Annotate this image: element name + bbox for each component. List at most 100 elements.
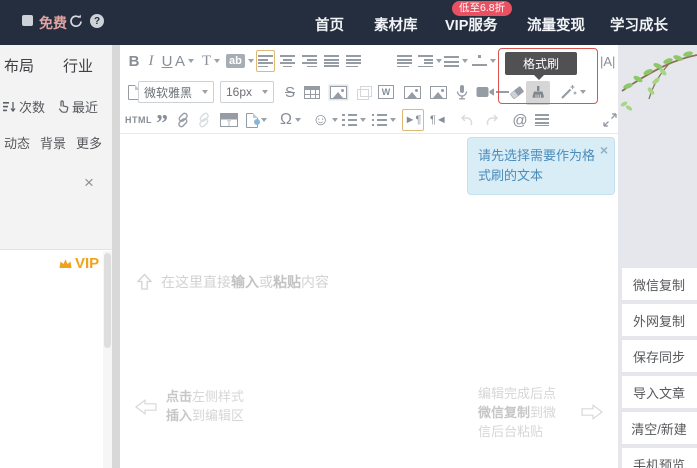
sort-by-recent[interactable]: 最近 xyxy=(57,97,98,116)
rtl-paragraph-button[interactable]: ¶◄ xyxy=(430,109,447,131)
insert-table-button[interactable] xyxy=(304,81,320,103)
color-swatch-icon[interactable] xyxy=(22,15,33,26)
chevron-down-icon xyxy=(248,59,254,63)
scrollbar-thumb[interactable] xyxy=(104,253,111,348)
free-label[interactable]: 免费 xyxy=(39,13,67,33)
tab-layout[interactable]: 布局 xyxy=(4,55,34,76)
hint-bold: 微信复制 xyxy=(478,405,530,420)
align-block-button[interactable] xyxy=(323,50,339,72)
find-replace-button[interactable]: @ xyxy=(512,109,528,131)
refresh-icon[interactable] xyxy=(69,14,83,33)
import-article-button[interactable]: 导入文章 xyxy=(622,376,697,408)
autoformat-glyph: |A| xyxy=(600,54,615,69)
outdent-button[interactable] xyxy=(396,50,412,72)
italic-button[interactable]: I xyxy=(143,50,159,72)
chevron-down-icon xyxy=(262,90,268,94)
letter-spacing-button[interactable] xyxy=(472,50,496,72)
tab-industry[interactable]: 行业 xyxy=(63,55,93,76)
chevron-down-icon xyxy=(390,118,396,122)
bold-button[interactable]: B xyxy=(126,50,142,72)
hint-text: 编辑完成后点 xyxy=(478,386,556,401)
blockquote-button[interactable]: ” xyxy=(154,109,170,131)
vip-badge[interactable]: VIP xyxy=(58,255,99,272)
emoji-button[interactable]: ☺ xyxy=(312,109,338,131)
magic-fill-button[interactable] xyxy=(560,81,586,103)
save-sync-button[interactable]: 保存同步 xyxy=(622,340,697,372)
indent-icon xyxy=(418,55,433,67)
nav-learning[interactable]: 学习成长 xyxy=(610,14,668,35)
hint-text: 左侧样式 xyxy=(192,389,244,404)
fullscreen-button[interactable] xyxy=(602,109,618,131)
ordered-list-button[interactable] xyxy=(342,109,366,131)
link-icon xyxy=(175,112,191,128)
close-icon[interactable]: × xyxy=(84,173,94,193)
help-icon[interactable]: ? xyxy=(90,14,104,28)
insert-image-button[interactable] xyxy=(404,81,421,103)
right-action-sidebar: 微信复制 外网复制 保存同步 导入文章 清空/新建 手机预览 xyxy=(618,45,697,468)
clear-format-button[interactable] xyxy=(508,81,526,103)
filter-dynamic[interactable]: 动态 xyxy=(4,133,30,152)
nav-traffic[interactable]: 流量变现 xyxy=(527,14,585,35)
image-caption-button[interactable]: T xyxy=(220,109,238,131)
nav-home[interactable]: 首页 xyxy=(315,14,344,35)
align-justify-button[interactable] xyxy=(345,50,361,72)
strikethrough-button[interactable]: S xyxy=(282,81,298,103)
external-copy-button[interactable]: 外网复制 xyxy=(622,304,697,336)
nav-material-library[interactable]: 素材库 xyxy=(374,14,418,35)
align-center-icon xyxy=(280,55,295,67)
undo-button[interactable] xyxy=(458,109,474,131)
template-button[interactable] xyxy=(246,109,267,131)
wechat-copy-button[interactable]: 微信复制 xyxy=(622,268,697,300)
chevron-down-icon xyxy=(202,90,208,94)
paste-layers-button[interactable] xyxy=(356,81,372,103)
font-size-select[interactable]: 16px xyxy=(220,81,274,103)
html-source-button[interactable]: HTML xyxy=(125,109,152,131)
line-height-button[interactable] xyxy=(444,50,468,72)
highlight-color-button[interactable]: ab xyxy=(226,50,254,72)
special-char-button[interactable]: Ω xyxy=(280,109,301,131)
filter-more[interactable]: 更多 xyxy=(76,133,102,152)
clear-new-button[interactable]: 清空/新建 xyxy=(622,412,697,444)
sort-by-count[interactable]: 次数 xyxy=(3,97,45,116)
ltr-paragraph-button[interactable]: ►¶ xyxy=(402,109,424,131)
insert-audio-button[interactable] xyxy=(454,81,470,103)
underline-button[interactable]: U xyxy=(159,50,175,72)
chevron-down-icon xyxy=(261,118,267,122)
hint-text: 信后台粘贴 xyxy=(478,424,543,439)
align-center-button[interactable] xyxy=(279,50,295,72)
unlink-icon xyxy=(196,112,212,128)
indent-button[interactable] xyxy=(418,50,442,72)
framed-image-button[interactable] xyxy=(330,81,347,103)
sidebar-scrollbar[interactable] xyxy=(103,251,112,468)
font-color-button[interactable]: A xyxy=(175,50,194,72)
chevron-down-icon xyxy=(360,118,366,122)
import-word-button[interactable]: W xyxy=(378,81,394,103)
image-gallery-button[interactable] xyxy=(430,81,447,103)
insert-link-button[interactable] xyxy=(175,109,191,131)
redo-button[interactable] xyxy=(484,109,500,131)
expand-icon xyxy=(603,113,617,127)
align-left-button[interactable] xyxy=(256,50,275,72)
font-family-select[interactable]: 微软雅黑 xyxy=(138,81,214,103)
align-right-button[interactable] xyxy=(301,50,317,72)
filter-background[interactable]: 背景 xyxy=(40,133,66,152)
brush-icon xyxy=(530,85,546,101)
nav-vip-service[interactable]: VIP服务 xyxy=(445,14,497,35)
placeholder-text: 在这里直接 xyxy=(161,274,231,290)
chevron-down-icon xyxy=(188,59,194,63)
sort-count-label: 次数 xyxy=(19,97,45,116)
remove-link-button[interactable] xyxy=(196,109,212,131)
unordered-list-button[interactable] xyxy=(372,109,396,131)
text-style-button[interactable]: T xyxy=(202,50,220,72)
align-block-icon xyxy=(324,55,339,67)
phone-preview-button[interactable]: 手机预览 xyxy=(622,448,697,468)
insert-video-button[interactable] xyxy=(476,81,495,103)
crown-icon xyxy=(58,258,73,269)
format-painter-button[interactable] xyxy=(526,81,550,105)
caption-icon: T xyxy=(220,113,238,127)
hand-icon xyxy=(57,100,69,113)
text-style-glyph: T xyxy=(202,53,211,70)
paragraph-format-button[interactable] xyxy=(534,109,550,131)
placeholder-text: 或 xyxy=(259,274,273,290)
alert-close-icon[interactable]: × xyxy=(600,140,608,160)
